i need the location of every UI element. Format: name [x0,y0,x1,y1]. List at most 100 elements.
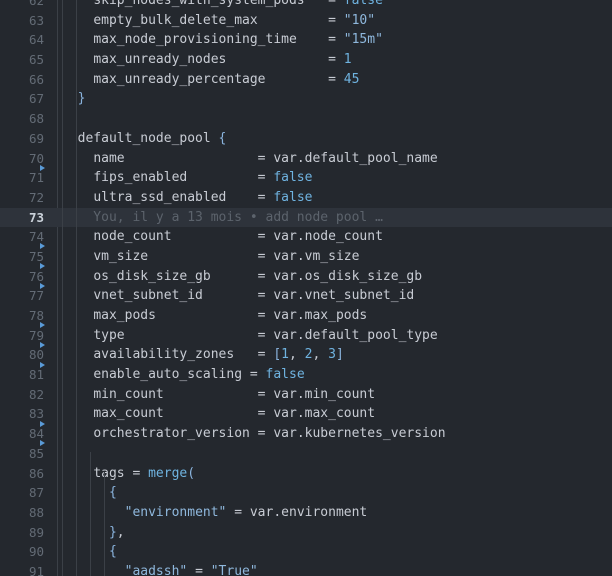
code-token: vnet_subnet_id [93,288,203,304]
code-token: = [226,52,344,68]
code-token: var.default_pool_type [273,327,438,343]
code-token: vm_size [93,248,149,264]
code-token: = [124,327,274,343]
code-line[interactable]: 66 max_unready_percentage = 45 [0,70,612,90]
code-text[interactable]: availability_zones = [1, 2, 3] [62,345,344,365]
code-text[interactable]: max_pods = var.max_pods [62,306,367,326]
code-text[interactable]: } [62,89,86,109]
code-line[interactable]: 85 [0,444,612,464]
code-line[interactable]: 78 max_pods = var.max_pods [0,306,612,329]
code-line[interactable]: 83 max_count = var.max_count [0,404,612,427]
code-line[interactable]: 82 min_count = var.min_count [0,385,612,405]
code-token: availability_zones [93,347,235,363]
code-line[interactable]: 63 empty_bulk_delete_max = "10" [0,11,612,31]
code-editor[interactable]: 62 skip_nodes_with_system_pods = false 63… [0,0,612,576]
code-token: tags [93,465,125,481]
code-text[interactable]: default_node_pool { [62,129,227,149]
line-number: 88 [28,504,44,520]
code-token: = [171,229,274,245]
code-line[interactable]: 64 max_node_provisioning_time = "15m" [0,30,612,50]
code-text[interactable]: max_unready_percentage = 45 [62,70,359,90]
code-token: ] [335,347,344,363]
code-text[interactable]: empty_bulk_delete_max = "10" [62,11,375,31]
code-token: = [242,367,266,383]
code-line[interactable]: 91 "aadssh" = "True" [0,562,612,576]
code-token: var.kubernetes_version [273,426,446,442]
code-token: = [163,386,274,402]
code-token: os_disk_size_gb [93,268,211,284]
code-text[interactable]: "environment" = var.environment [62,503,368,523]
code-line[interactable]: 89 }, [0,523,612,543]
code-line[interactable]: 62 skip_nodes_with_system_pods = false [0,0,612,11]
code-line[interactable]: 86 tags = merge( [0,464,612,484]
line-number: 87 [28,485,44,501]
code-text[interactable]: min_count = var.min_count [62,385,375,405]
code-line[interactable]: 75 vm_size = var.vm_size [0,247,612,270]
code-line[interactable]: 90 { [0,542,612,562]
code-line[interactable]: 67 } [0,89,612,109]
code-line[interactable]: 68 [0,109,612,129]
code-token: min_count [93,386,164,402]
code-token: type [93,327,125,343]
code-line[interactable]: 70 name = var.default_pool_name [0,149,612,171]
code-lines-container[interactable]: 62 skip_nodes_with_system_pods = false 63… [0,0,612,576]
code-text[interactable]: vnet_subnet_id = var.vnet_subnet_id [62,286,414,306]
code-token: = [226,189,274,205]
code-token: } [108,524,117,540]
code-text[interactable]: ultra_ssd_enabled = false [62,188,312,208]
code-line[interactable]: 87 { [0,483,612,503]
code-text[interactable]: type = var.default_pool_type [62,326,438,346]
code-text[interactable]: orchestrator_version = var.kubernetes_ve… [62,424,446,444]
code-text[interactable]: enable_auto_scaling = false [62,365,304,385]
code-line[interactable]: 76 os_disk_size_gb = var.os_disk_size_gb [0,267,612,289]
code-text[interactable]: "aadssh" = "True" [62,562,258,576]
code-text[interactable]: tags = merge( [62,464,195,484]
code-line[interactable]: 74 node_count = var.node_count [0,227,612,250]
code-line[interactable]: 71 fips_enabled = false [0,168,612,188]
code-line[interactable]: 88 "environment" = var.environment [0,503,612,523]
code-line[interactable]: 69 default_node_pool { [0,129,612,149]
code-text[interactable]: vm_size = var.vm_size [62,247,359,267]
code-token: false [343,0,383,8]
code-text[interactable]: node_count = var.node_count [62,227,383,247]
code-text[interactable]: }, [62,523,125,543]
code-text[interactable]: You, il y a 13 mois • add node pool … [62,208,383,228]
line-number: 63 [28,12,44,28]
code-token: default_node_pool [77,130,211,146]
line-number: 67 [28,91,44,107]
line-number: 86 [28,465,44,481]
line-number: 85 [28,445,44,461]
code-line[interactable]: 65 max_unready_nodes = 1 [0,50,612,70]
git-blame-annotation[interactable]: You, il y a 13 mois • add node pool … [62,210,383,225]
code-token: false [273,170,313,186]
code-token: = [163,406,274,422]
code-text[interactable]: max_node_provisioning_time = "15m" [62,30,383,50]
code-token: max_node_provisioning_time [93,32,297,48]
code-text[interactable]: max_count = var.max_count [62,404,375,424]
code-line[interactable]: 84 orchestrator_version = var.kubernetes… [0,424,612,447]
code-line[interactable]: 73 You, il y a 13 mois • add node pool … [0,207,612,228]
code-text[interactable]: os_disk_size_gb = var.os_disk_size_gb [62,267,422,287]
line-number: 81 [28,367,44,383]
code-line[interactable]: 79 type = var.default_pool_type [0,326,612,348]
code-line[interactable]: 77 vnet_subnet_id = var.vnet_subnet_id [0,286,612,306]
code-text[interactable]: name = var.default_pool_name [62,149,437,169]
code-token: ( [187,465,196,481]
code-text[interactable]: max_unready_nodes = 1 [62,50,351,70]
code-line[interactable]: 72 ultra_ssd_enabled = false [0,188,612,208]
line-number: 72 [28,189,44,205]
code-token: var.max_count [273,406,376,422]
indent-guide [76,0,77,80]
code-line[interactable]: 81 enable_auto_scaling = false [0,365,612,385]
code-text[interactable]: skip_nodes_with_system_pods = false [62,0,383,11]
code-line[interactable]: 80 availability_zones = [1, 2, 3] [0,345,612,368]
code-text[interactable]: fips_enabled = false [62,168,312,188]
